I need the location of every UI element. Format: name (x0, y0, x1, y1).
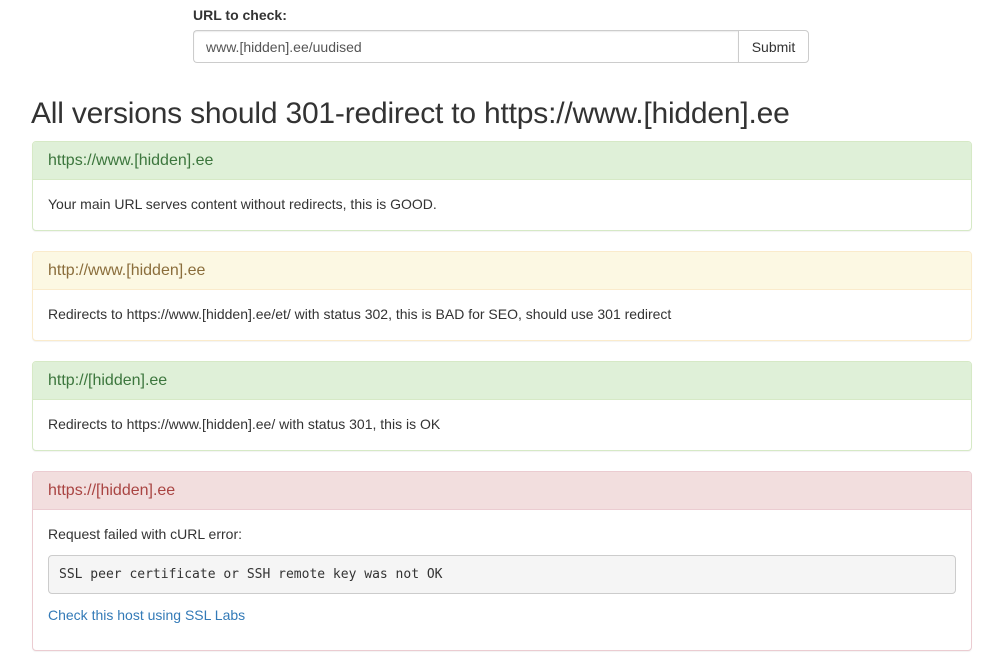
panel-message: Redirects to https://www.[hidden].ee/ wi… (48, 416, 441, 432)
url-input-group: Submit (193, 30, 809, 63)
error-code-block: SSL peer certificate or SSH remote key w… (48, 555, 956, 594)
ssl-labs-link[interactable]: Check this host using SSL Labs (48, 605, 245, 625)
panel-body: Your main URL serves content without red… (33, 180, 971, 214)
result-panel-http-www: http://www.[hidden].ee Redirects to http… (32, 251, 972, 341)
panel-message: Redirects to https://www.[hidden].ee/et/… (48, 306, 672, 322)
panel-title: https://[hidden].ee (33, 472, 971, 510)
panel-body: Redirects to https://www.[hidden].ee/et/… (33, 290, 971, 324)
panel-message: Request failed with cURL error: (48, 526, 243, 542)
panel-body: Redirects to https://www.[hidden].ee/ wi… (33, 400, 971, 434)
panel-title: http://[hidden].ee (33, 362, 971, 400)
panel-message: Your main URL serves content without red… (48, 196, 437, 212)
page-title: All versions should 301-redirect to http… (31, 97, 790, 130)
result-panel-https-www: https://www.[hidden].ee Your main URL se… (32, 141, 972, 231)
panel-title: http://www.[hidden].ee (33, 252, 971, 290)
panel-title: https://www.[hidden].ee (33, 142, 971, 180)
panel-body: Request failed with cURL error: SSL peer… (33, 510, 971, 625)
url-input[interactable] (193, 30, 738, 63)
page: URL to check: Submit All versions should… (0, 0, 1003, 666)
result-panel-https-bare: https://[hidden].ee Request failed with … (32, 471, 972, 651)
submit-button[interactable]: Submit (738, 30, 809, 63)
url-field-label: URL to check: (193, 7, 287, 23)
result-panel-http-bare: http://[hidden].ee Redirects to https://… (32, 361, 972, 451)
